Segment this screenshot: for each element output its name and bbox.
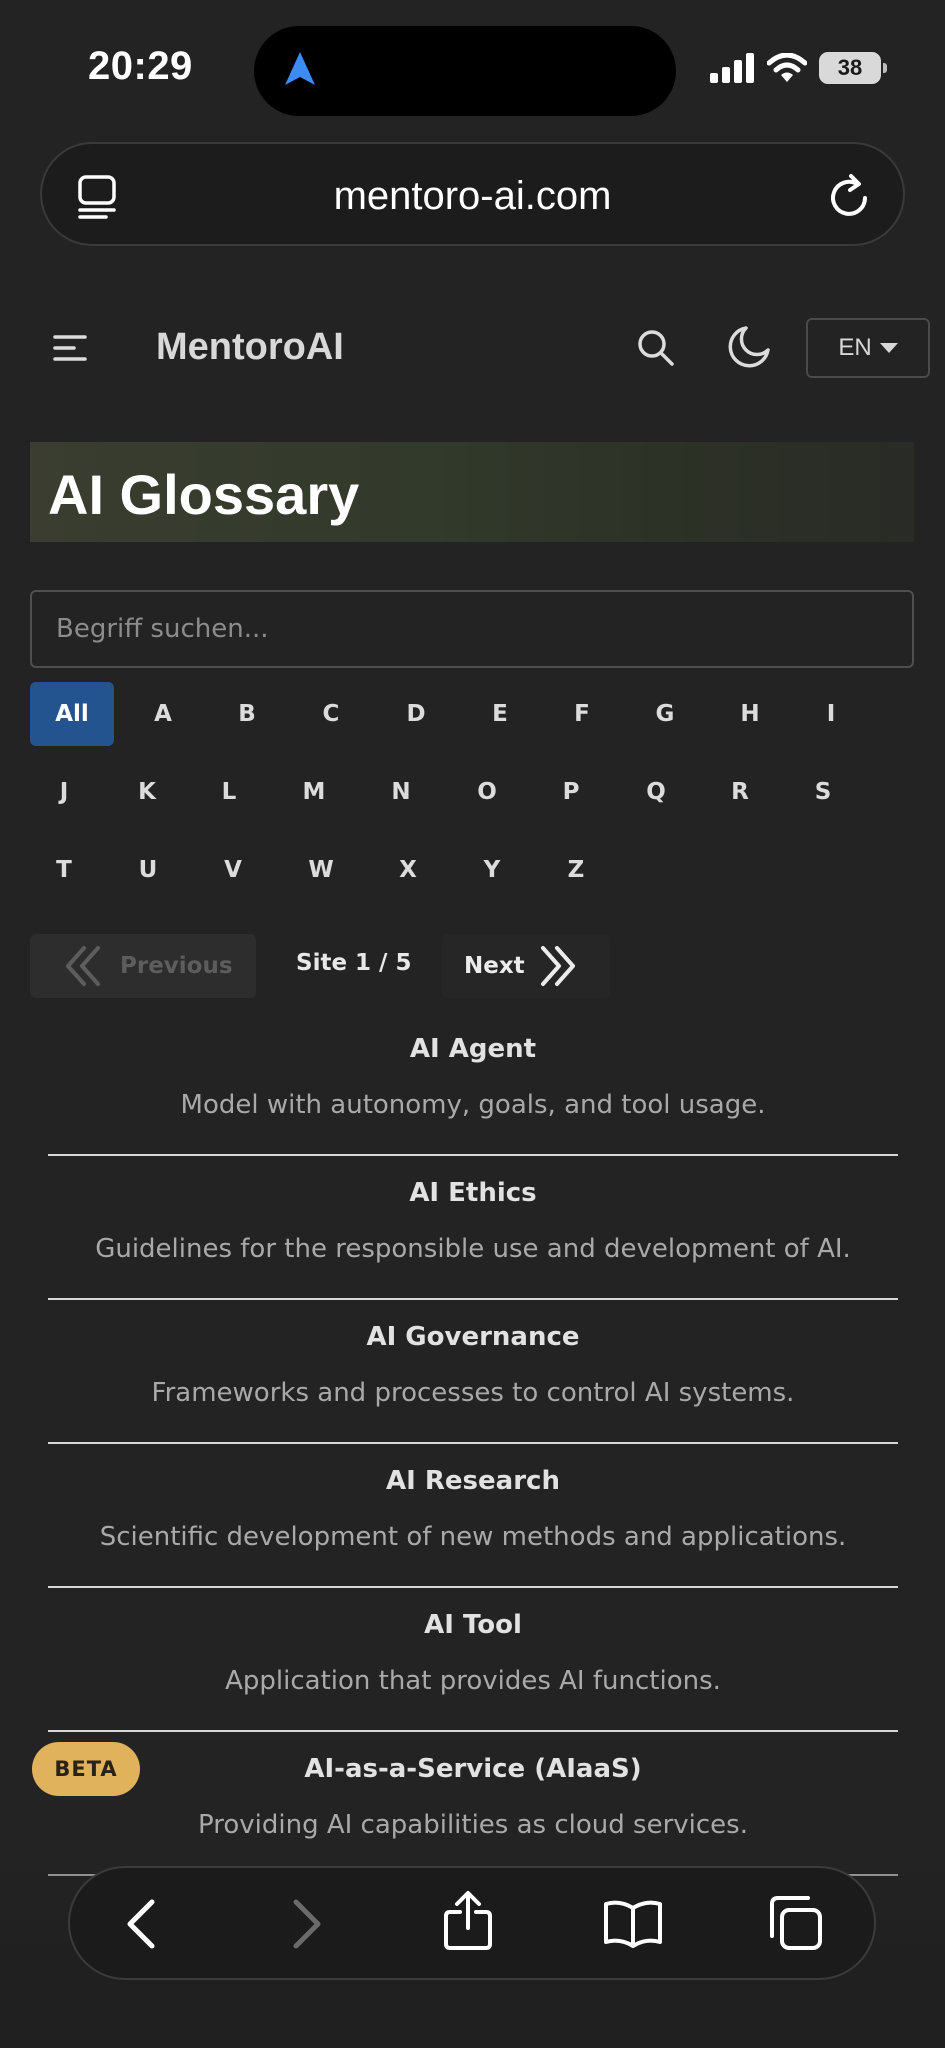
tabs-icon[interactable] xyxy=(766,1894,824,1952)
battery-icon: 38 xyxy=(819,52,887,84)
language-select[interactable]: EN xyxy=(806,318,930,378)
cellular-signal-icon xyxy=(710,53,754,83)
double-chevron-left-icon xyxy=(66,946,100,986)
entry-title[interactable]: AI Ethics xyxy=(48,1178,898,1208)
letter-filter-t[interactable]: T xyxy=(29,838,99,902)
previous-page-button[interactable]: Previous xyxy=(30,934,256,998)
status-time: 20:29 xyxy=(88,44,193,88)
entry-description: Application that provides AI functions. xyxy=(225,1666,721,1696)
letter-filter-q[interactable]: Q xyxy=(621,760,691,824)
entry-title[interactable]: AI Agent xyxy=(48,1034,898,1064)
bookmarks-icon[interactable] xyxy=(602,1898,664,1948)
glossary-entry[interactable]: AI Ethics Guidelines for the responsible… xyxy=(48,1156,898,1300)
letter-filter-h[interactable]: H xyxy=(715,682,785,746)
letter-filter-x[interactable]: X xyxy=(373,838,443,902)
letter-filter-i[interactable]: I xyxy=(796,682,866,746)
entry-title[interactable]: AI Governance xyxy=(48,1322,898,1352)
dark-mode-moon-icon[interactable] xyxy=(726,324,772,370)
entry-title[interactable]: AI Tool xyxy=(48,1610,898,1640)
site-logo-text[interactable]: MentoroAI xyxy=(156,326,344,369)
letter-filter-n[interactable]: N xyxy=(366,760,436,824)
page-indicator: Site 1 / 5 xyxy=(296,950,412,976)
letter-filter-u[interactable]: U xyxy=(113,838,183,902)
letter-filter-f[interactable]: F xyxy=(547,682,617,746)
menu-icon[interactable] xyxy=(52,330,88,366)
address-bar[interactable]: mentoro-ai.com xyxy=(40,142,905,246)
previous-label: Previous xyxy=(120,953,233,979)
location-arrow-icon xyxy=(285,52,315,85)
wifi-icon xyxy=(767,53,807,82)
letter-filter-e[interactable]: E xyxy=(465,682,535,746)
letter-filter-p[interactable]: P xyxy=(536,760,606,824)
dropdown-caret-icon xyxy=(879,343,898,353)
double-chevron-right-icon xyxy=(540,946,575,986)
language-value: EN xyxy=(838,334,872,361)
back-icon[interactable] xyxy=(122,1896,162,1952)
letter-filter-b[interactable]: B xyxy=(212,682,282,746)
reload-icon[interactable] xyxy=(827,172,871,220)
forward-icon[interactable] xyxy=(286,1896,326,1952)
glossary-search-input[interactable] xyxy=(30,590,914,668)
letter-filter-g[interactable]: G xyxy=(630,682,700,746)
entry-description: Guidelines for the responsible use and d… xyxy=(95,1234,851,1264)
letter-filter-a[interactable]: A xyxy=(128,682,198,746)
entry-title[interactable]: AI Research xyxy=(48,1466,898,1496)
glossary-entry[interactable]: AI Governance Frameworks and processes t… xyxy=(48,1300,898,1444)
page-title-banner: AI Glossary xyxy=(30,442,914,542)
letter-filter-o[interactable]: O xyxy=(452,760,522,824)
url-text[interactable]: mentoro-ai.com xyxy=(42,174,903,219)
entry-description: Frameworks and processes to control AI s… xyxy=(151,1378,795,1408)
letter-filter-c[interactable]: C xyxy=(296,682,366,746)
letter-filter-r[interactable]: R xyxy=(705,760,775,824)
glossary-entry[interactable]: AI Tool Application that provides AI fun… xyxy=(48,1588,898,1732)
glossary-entry[interactable]: AI Research Scientific development of ne… xyxy=(48,1444,898,1588)
browser-toolbar xyxy=(68,1866,876,1980)
beta-badge[interactable]: BETA xyxy=(32,1742,140,1796)
letter-filter-all[interactable]: All xyxy=(30,682,114,746)
search-icon[interactable] xyxy=(636,328,676,368)
glossary-entry[interactable]: AI-as-a-Service (AIaaS) Providing AI cap… xyxy=(48,1732,898,1876)
next-label: Next xyxy=(464,953,525,979)
status-bar: 20:29 38 xyxy=(0,0,945,130)
letter-filter-j[interactable]: J xyxy=(29,760,99,824)
next-page-button[interactable]: Next xyxy=(442,934,610,998)
letter-filter-w[interactable]: W xyxy=(286,838,356,902)
letter-filter-d[interactable]: D xyxy=(381,682,451,746)
battery-level: 38 xyxy=(837,55,863,80)
letter-filter-s[interactable]: S xyxy=(788,760,858,824)
letter-filter-l[interactable]: L xyxy=(194,760,264,824)
entry-title[interactable]: AI-as-a-Service (AIaaS) xyxy=(48,1754,898,1784)
letter-filter-z[interactable]: Z xyxy=(541,838,611,902)
entry-description: Scientific development of new methods an… xyxy=(99,1522,847,1552)
entry-description: Model with autonomy, goals, and tool usa… xyxy=(180,1090,766,1120)
page-title: AI Glossary xyxy=(48,463,360,526)
letter-filter-y[interactable]: Y xyxy=(457,838,527,902)
glossary-entry[interactable]: AI Agent Model with autonomy, goals, and… xyxy=(48,1012,898,1156)
share-icon[interactable] xyxy=(442,1890,494,1952)
letter-filter-k[interactable]: K xyxy=(112,760,182,824)
entry-description: Providing AI capabilities as cloud servi… xyxy=(198,1810,748,1840)
letter-filter-m[interactable]: M xyxy=(279,760,349,824)
letter-filter-v[interactable]: V xyxy=(198,838,268,902)
